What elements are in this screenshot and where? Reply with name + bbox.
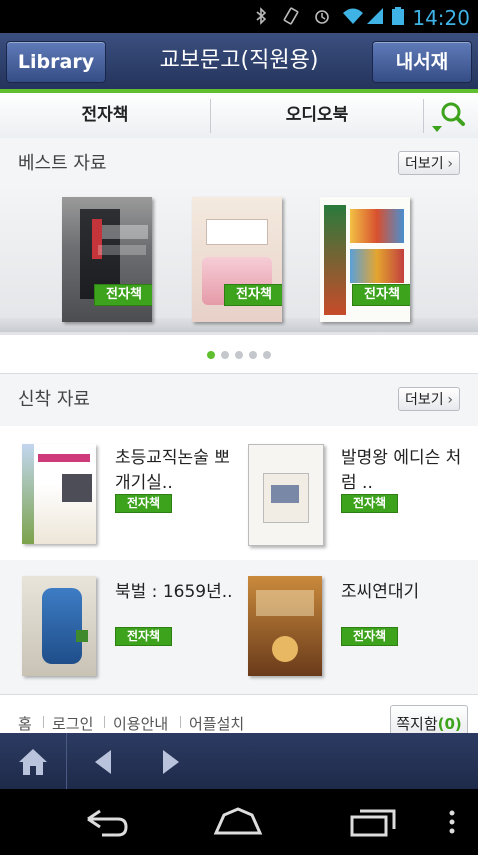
system-nav-bar [0, 789, 478, 855]
link-separator [180, 716, 181, 728]
system-back-icon[interactable] [80, 807, 130, 837]
search-icon [441, 102, 465, 126]
book-title[interactable]: 조씨연대기 [341, 580, 466, 605]
ebook-badge: 전자책 [94, 284, 152, 306]
search-button[interactable] [424, 93, 478, 138]
best-more-label: 더보기 [405, 156, 444, 172]
link-separator [104, 716, 105, 728]
carousel-pager [0, 344, 478, 359]
ebook-badge: 전자책 [224, 284, 282, 306]
pager-dot[interactable] [235, 351, 243, 359]
best-section-title: 베스트 자료 [18, 153, 107, 174]
new-more-button[interactable]: 더보기 › [398, 387, 460, 411]
system-recents-icon[interactable] [350, 807, 396, 837]
my-library-button[interactable]: 내서재 [372, 41, 472, 83]
book-thumbnail[interactable] [248, 576, 322, 676]
new-row: 초등교직논술 뽀개기실.. 전자책 발명왕 에디슨 처럼 .. 전자책 [0, 426, 478, 560]
ebook-badge: 전자책 [115, 494, 172, 513]
book-thumbnail[interactable] [22, 576, 96, 676]
page-title: 교보문고(직원용) [159, 48, 319, 73]
book-title[interactable]: 초등교직논술 뽀개기실.. [115, 446, 240, 496]
clock: 14:20 [412, 6, 470, 30]
back-arrow-icon[interactable] [94, 749, 112, 775]
footer-link-install[interactable]: 어플설치 [189, 713, 244, 734]
ebook-badge: 전자책 [352, 284, 410, 306]
best-book-cover[interactable]: 전자책 [320, 197, 410, 322]
home-icon[interactable] [17, 747, 49, 777]
system-home-icon[interactable] [212, 807, 264, 837]
nav-divider [66, 733, 67, 789]
alarm-icon [315, 10, 329, 24]
library-button[interactable]: Library [6, 41, 106, 83]
tab-audiobook[interactable]: 오디오북 [211, 93, 423, 138]
chevron-right-icon: › [447, 392, 453, 408]
bottom-nav-bar [0, 733, 478, 789]
best-more-button[interactable]: 더보기 › [398, 151, 460, 175]
footer-link-home[interactable]: 홈 [18, 713, 32, 734]
footer-link-login[interactable]: 로그인 [52, 713, 93, 734]
bluetooth-icon [256, 7, 267, 25]
pager-dot[interactable] [249, 351, 257, 359]
signal-icon [367, 8, 383, 24]
book-thumbnail[interactable] [22, 444, 96, 544]
message-count: (0) [437, 715, 462, 733]
footer-link-guide[interactable]: 이용안내 [113, 713, 168, 734]
book-title[interactable]: 발명왕 에디슨 처럼 .. [341, 446, 466, 496]
tab-bar: 전자책 오디오북 [0, 93, 478, 139]
dropdown-arrow-icon [432, 126, 442, 132]
footer-links: 홈 로그인 이용안내 어플설치 쪽지함(0) [0, 700, 478, 743]
link-separator [43, 716, 44, 728]
status-bar: 14:20 [0, 0, 478, 33]
book-thumbnail[interactable] [248, 444, 324, 546]
ebook-badge: 전자책 [115, 627, 172, 646]
ebook-badge: 전자책 [341, 494, 398, 513]
system-menu-icon[interactable] [448, 809, 456, 835]
best-section-header: 베스트 자료 더보기 › [0, 138, 478, 190]
message-box-label: 쪽지함 [396, 715, 438, 733]
pager-dot[interactable] [263, 351, 271, 359]
best-book-cover[interactable]: 전자책 [192, 197, 282, 322]
new-section-header: 신착 자료 더보기 › [0, 374, 478, 426]
tab-ebook[interactable]: 전자책 [0, 93, 210, 138]
best-book-cover[interactable]: 전자책 [62, 197, 152, 322]
battery-icon [392, 7, 404, 25]
wifi-icon [343, 8, 363, 24]
ebook-badge: 전자책 [341, 627, 398, 646]
pager-dot[interactable] [207, 351, 215, 359]
chevron-right-icon: › [447, 156, 453, 172]
app-header: Library 교보문고(직원용) 내서재 [0, 33, 478, 89]
vibrate-icon [283, 7, 299, 25]
new-row: 북벌 : 1659년.. 전자책 조씨연대기 전자책 [0, 560, 478, 694]
pager-dot[interactable] [221, 351, 229, 359]
forward-arrow-icon[interactable] [162, 749, 180, 775]
section-divider [0, 694, 478, 695]
new-more-label: 더보기 [405, 392, 444, 408]
new-section-title: 신착 자료 [18, 389, 90, 410]
book-title[interactable]: 북벌 : 1659년.. [115, 580, 240, 605]
